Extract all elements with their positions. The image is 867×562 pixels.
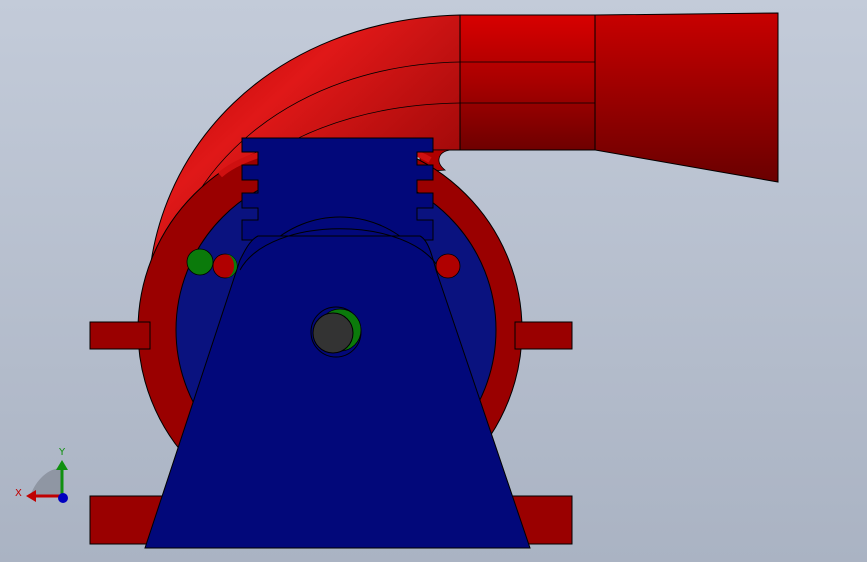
cad-viewport[interactable]: Y X bbox=[0, 0, 867, 562]
model-scene[interactable]: Y X bbox=[0, 0, 867, 562]
duct-outlet bbox=[594, 12, 779, 183]
triad-y-label: Y bbox=[58, 447, 66, 458]
coordinate-triad: Y X bbox=[15, 447, 68, 503]
triad-origin-z bbox=[58, 493, 68, 503]
y-arrow-icon bbox=[56, 460, 68, 470]
bolt-right bbox=[435, 253, 461, 279]
triad-x-label: X bbox=[15, 488, 22, 499]
right-flange bbox=[514, 321, 573, 350]
bolt-left-green bbox=[186, 248, 214, 276]
duct-straight bbox=[459, 14, 596, 151]
shaft-hub bbox=[312, 312, 354, 354]
left-flange bbox=[89, 321, 151, 350]
x-arrow-icon bbox=[26, 490, 36, 502]
